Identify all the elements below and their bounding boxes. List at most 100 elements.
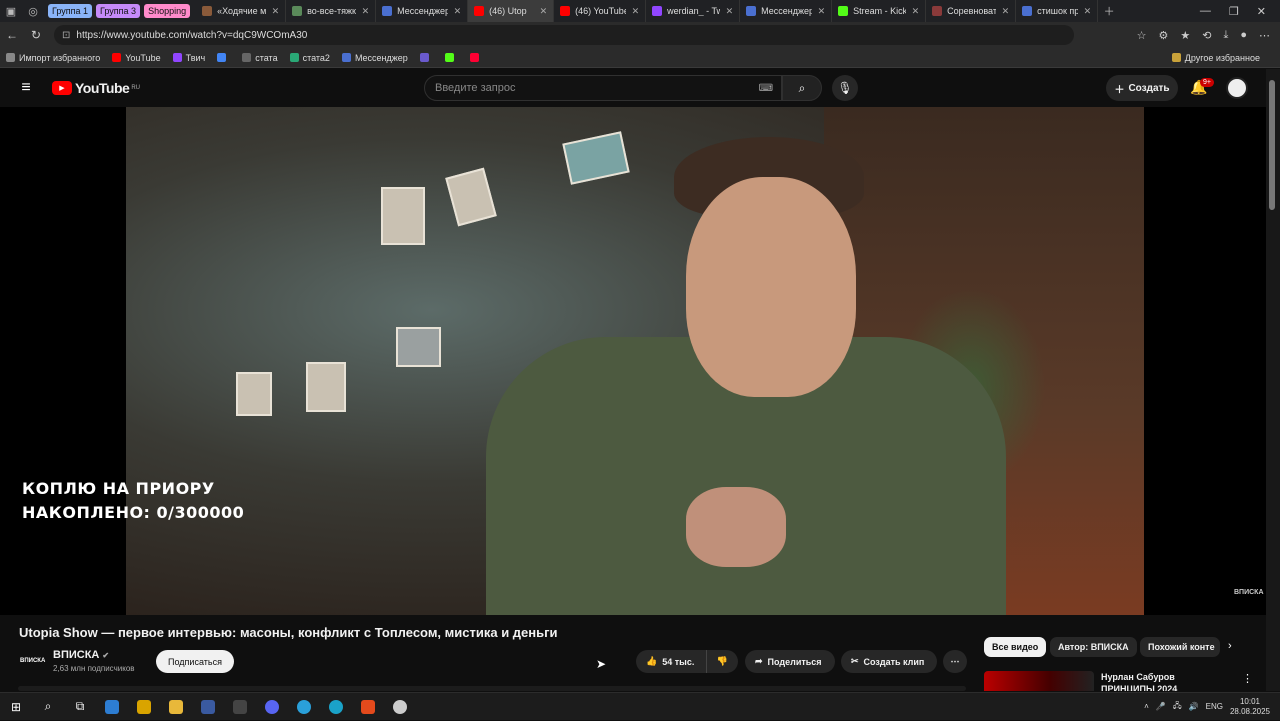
chip-similar[interactable]: Похожий конте [1140,637,1220,657]
extensions-icon[interactable]: ⚙ [1159,29,1169,42]
language-indicator[interactable]: ENG [1206,702,1223,711]
task-view-icon[interactable]: ⧉ [64,693,96,721]
youtube-logo[interactable]: ▶ YouTube RU [52,80,140,96]
favorite-icon[interactable]: ☆ [1137,29,1147,42]
voice-search-button[interactable]: 🎙 [832,75,858,101]
keyboard-icon[interactable]: ⌨ [759,83,773,94]
maximize-icon[interactable]: ❐ [1229,5,1239,18]
file-explorer-icon[interactable] [160,693,192,721]
chevron-up-icon[interactable]: ˄ [1144,702,1149,711]
bookmark-item[interactable]: Мессенджер [341,53,408,63]
shield-app-icon[interactable] [352,693,384,721]
bookmark-favicon-icon [217,53,227,62]
clock[interactable]: 10:01 28.08.2025 [1230,697,1270,717]
app-icon[interactable] [224,693,256,721]
bookmark-item[interactable]: Импорт избранного [6,53,100,63]
recommendation-title[interactable]: Нурлан Сабуров ПРИНЦИПЫ 2024 [1101,671,1231,691]
search-taskbar-icon[interactable]: ⌕ [32,693,64,721]
workspaces-icon[interactable]: ◎ [22,0,44,22]
new-tab-icon[interactable]: ＋ [1098,0,1120,22]
network-icon[interactable]: 🖧 [1173,700,1182,714]
bookmark-label: Импорт избранного [19,52,101,63]
browser-tab[interactable]: (46) Utop ✕ [468,0,555,22]
like-button[interactable]: 👍 54 тыс. [636,650,706,673]
close-tab-icon[interactable]: ✕ [912,6,920,17]
download-icon[interactable]: ⤓ [1223,29,1228,42]
app-store-icon[interactable] [96,693,128,721]
description-box-edge[interactable] [18,686,966,691]
app-icon[interactable] [384,693,416,721]
folder-icon [1171,53,1181,62]
close-window-icon[interactable]: ✕ [1257,5,1266,18]
volume-icon[interactable]: 🔊 [1189,702,1199,711]
close-tab-icon[interactable]: ✕ [726,6,734,17]
discord-icon[interactable] [256,693,288,721]
menu-hamburger-icon[interactable]: ≡ [0,79,52,97]
close-tab-icon[interactable]: ✕ [1084,6,1092,17]
edge-icon[interactable] [320,693,352,721]
back-icon[interactable]: ← [0,28,24,42]
browser-tab[interactable]: во-все-тяжки ✕ [286,0,377,22]
url-field[interactable]: ⊡ https://www.youtube.com/watch?v=dqC9WC… [54,25,1074,45]
bookmark-item[interactable] [469,53,483,63]
chevron-right-icon[interactable]: › [1228,640,1232,652]
share-button[interactable]: ➦ Поделиться [745,650,835,673]
browser-tab[interactable]: стишок про р ✕ [1016,0,1099,22]
bookmark-item[interactable]: стата [242,53,278,63]
close-tab-icon[interactable]: ✕ [454,6,462,17]
tab-actions-icon[interactable]: ▣ [0,0,22,22]
browser-tab[interactable]: (46) YouTube ✕ [554,0,647,22]
menu-icon[interactable]: ⋯ [1259,29,1270,42]
close-tab-icon[interactable]: ✕ [362,6,370,17]
channel-name-row[interactable]: ВПИСКА ✔ [53,649,109,661]
collections-icon[interactable]: ★ [1180,29,1190,42]
recommendation-thumbnail[interactable] [984,671,1094,691]
browser-tab[interactable]: Мессенджер ✕ [740,0,833,22]
close-tab-icon[interactable]: ✕ [540,6,548,17]
search-input[interactable]: Введите запрос ⌨ [424,75,782,101]
close-tab-icon[interactable]: ✕ [1002,6,1010,17]
history-icon[interactable]: ⟲ [1202,29,1211,42]
bookmark-item[interactable]: стата2 [289,53,330,63]
app-icon[interactable] [192,693,224,721]
more-actions-button[interactable]: ⋯ [943,650,967,673]
tab-group[interactable]: Группа 3 [96,4,141,18]
start-icon[interactable]: ⊞ [0,693,32,721]
tab-group[interactable]: Группа 1 [48,4,93,18]
close-tab-icon[interactable]: ✕ [632,6,640,17]
dislike-button[interactable]: 👎 [706,650,738,673]
tab-group[interactable]: Shopping [144,4,191,18]
microphone-icon[interactable]: 🎤 [1156,702,1166,711]
browser-tab[interactable]: Мессенджер ✕ [376,0,469,22]
chip-author[interactable]: Автор: ВПИСКА [1050,637,1137,657]
chip-all-videos[interactable]: Все видео [984,637,1047,657]
bookmark-item[interactable] [217,53,230,63]
subscribe-button[interactable]: Подписаться [156,650,234,673]
reload-icon[interactable]: ↻ [24,28,48,42]
channel-avatar[interactable]: ВПИСКА [20,651,45,671]
scrollbar-thumb[interactable] [1269,80,1275,210]
channel-name[interactable]: ВПИСКА [53,649,99,661]
bookmark-item[interactable] [419,53,433,63]
plus-icon: ＋ [1114,84,1125,96]
recommendation-menu-icon[interactable]: ⋮ [1242,672,1253,685]
bookmark-item[interactable]: Твич [172,53,205,63]
telegram-icon[interactable] [288,693,320,721]
close-tab-icon[interactable]: ✕ [818,6,826,17]
minimize-icon[interactable]: — [1200,5,1211,18]
browser-tab[interactable]: Соревновате ✕ [926,0,1017,22]
other-bookmarks[interactable]: Другое избранное [1171,53,1268,63]
video-player[interactable]: КОПЛЮ НА ПРИОРУ НАКОПЛЕНО: 0/300000 ВПИС… [0,107,1266,615]
app-icon[interactable] [128,693,160,721]
browser-tab[interactable]: «Ходячие мер ✕ [196,0,287,22]
bookmark-item[interactable]: YouTube [112,53,161,63]
create-button[interactable]: ＋ Создать [1106,75,1178,101]
bookmark-item[interactable] [444,53,458,63]
browser-tab[interactable]: Stream - Kick ✕ [832,0,927,22]
browser-tab[interactable]: werdian_ - Twi ✕ [646,0,741,22]
close-tab-icon[interactable]: ✕ [272,6,280,17]
profile-icon[interactable]: ● [1240,29,1247,42]
search-button[interactable]: ⌕ [782,75,822,101]
account-avatar[interactable] [1226,77,1248,99]
clip-button[interactable]: ✂ Создать клип [841,650,937,673]
